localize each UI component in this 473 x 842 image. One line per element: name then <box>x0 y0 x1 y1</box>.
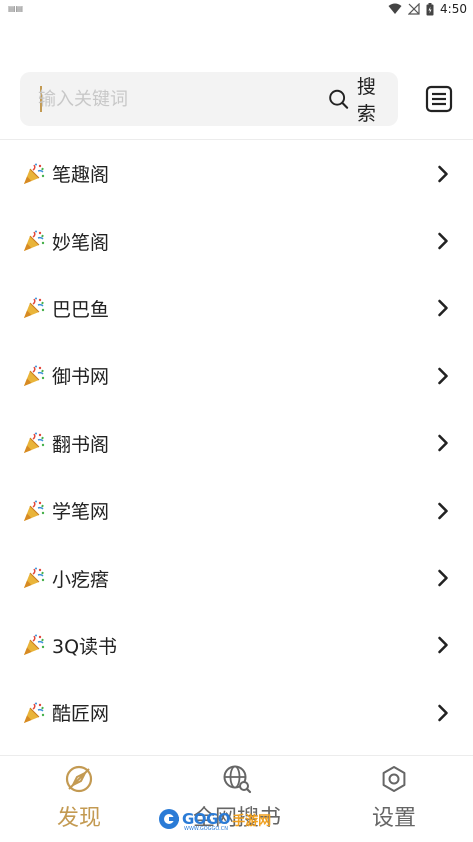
tab-settings[interactable]: 设置 <box>334 764 454 836</box>
status-bar: ▤▤ 4:50 <box>0 0 473 22</box>
party-popper-icon <box>24 297 45 319</box>
no-signal-icon <box>408 3 420 15</box>
party-popper-icon <box>24 163 45 184</box>
chevron-right-icon <box>438 232 448 250</box>
status-icons: 4:50 <box>388 2 467 16</box>
chevron-right-icon <box>438 704 448 722</box>
chevron-right-icon <box>438 637 448 654</box>
search-input[interactable] <box>38 82 298 116</box>
party-popper-icon <box>24 567 45 589</box>
site-list-item[interactable]: 学笔网 <box>0 477 473 544</box>
site-list-item[interactable]: 御书网 <box>0 342 473 409</box>
search-button[interactable]: 搜索 <box>320 76 398 125</box>
list-view-button[interactable] <box>424 84 454 114</box>
site-list-item-label: 翻书阁 <box>52 433 110 456</box>
chevron-right-icon <box>438 300 448 317</box>
watermark-sub: 手游网 <box>232 813 272 829</box>
site-list-item[interactable]: 小疙瘩 <box>0 544 473 611</box>
site-list-item[interactable]: 翻书阁 <box>0 410 473 477</box>
site-list-item-label: 3Q读书 <box>52 635 118 658</box>
site-list-item-label: 笔趣阁 <box>52 164 110 187</box>
gogo-logo-icon <box>159 809 179 829</box>
party-popper-icon <box>24 365 45 386</box>
search-button-label: 搜索 <box>356 76 376 125</box>
compass-icon <box>65 765 93 793</box>
site-list: 笔趣阁 妙笔阁 巴巴鱼 御书网 翻书阁 学笔网 小疙瘩 3Q读书 酷匠网 <box>0 140 473 747</box>
party-popper-icon <box>24 432 45 454</box>
site-list-item-label: 酷匠网 <box>52 703 110 726</box>
tab-discover-label: 发现 <box>56 806 101 831</box>
site-list-item[interactable]: 妙笔阁 <box>0 207 473 274</box>
site-list-item-label: 巴巴鱼 <box>52 298 110 321</box>
site-list-item-label: 妙笔阁 <box>52 231 110 254</box>
search-row: 搜索 <box>0 72 473 126</box>
site-list-item-label: 学笔网 <box>52 501 110 524</box>
chevron-right-icon <box>438 165 448 182</box>
site-list-item[interactable]: 笔趣阁 <box>0 140 473 207</box>
party-popper-icon <box>24 634 45 656</box>
site-list-item[interactable]: 酷匠网 <box>0 679 473 746</box>
notification-indicator: ▤▤ <box>8 4 24 13</box>
watermark-url: WWW.GOGGO.CN <box>184 826 228 832</box>
watermark-logo: GOGO 手游网 WWW.GOGGO.CN <box>158 808 272 832</box>
chevron-right-icon <box>438 367 448 385</box>
tab-discover[interactable]: 发现 <box>19 764 139 836</box>
search-icon <box>329 89 349 109</box>
chevron-right-icon <box>438 569 448 587</box>
globe-search-icon <box>223 765 252 794</box>
list-icon <box>425 85 453 113</box>
site-list-item[interactable]: 巴巴鱼 <box>0 275 473 342</box>
chevron-right-icon <box>438 434 448 452</box>
chevron-right-icon <box>438 502 448 519</box>
battery-icon <box>426 2 434 15</box>
party-popper-icon <box>24 230 45 252</box>
site-list-item-label: 御书网 <box>52 366 110 389</box>
gear-icon <box>382 766 406 792</box>
party-popper-icon <box>24 500 45 521</box>
search-box: 搜索 <box>20 72 398 126</box>
party-popper-icon <box>24 702 45 723</box>
tab-settings-label: 设置 <box>371 806 416 831</box>
wifi-icon <box>388 3 402 14</box>
clock: 4:50 <box>440 2 467 16</box>
site-list-item-label: 小疙瘩 <box>52 568 110 591</box>
site-list-item[interactable]: 3Q读书 <box>0 612 473 679</box>
